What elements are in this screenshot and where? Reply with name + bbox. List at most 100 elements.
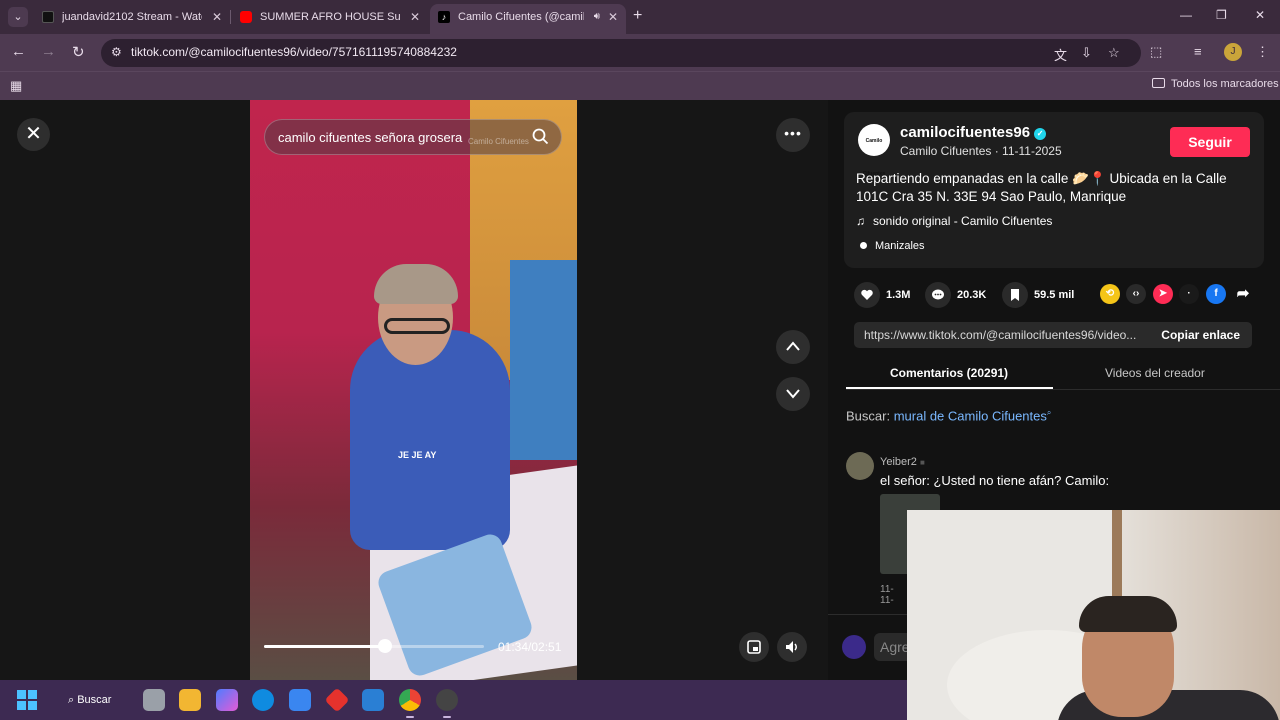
video-scene: [350, 330, 510, 550]
maximize-icon[interactable]: ❐: [1216, 8, 1227, 22]
profile-avatar[interactable]: J: [1224, 43, 1242, 61]
back-arrow-icon[interactable]: ←: [11, 43, 26, 60]
verified-badge-icon: ✓: [1034, 128, 1047, 140]
whatsapp-icon[interactable]: ·: [1179, 284, 1199, 304]
embed-code-icon[interactable]: ‹›: [1126, 284, 1146, 304]
reload-icon[interactable]: ↻: [72, 43, 85, 61]
share-arrow-icon[interactable]: ➦: [1233, 284, 1253, 304]
tab-twitch[interactable]: juandavid2102 Stream - Watch ✕: [34, 4, 230, 34]
video-scene: [384, 318, 450, 334]
video-info-card: Camilo Cifuentes camilocifuentes96 ✓ Cami…: [844, 112, 1264, 268]
address-bar[interactable]: ⚙ tiktok.com/@camilocifuentes96/video/75…: [101, 39, 1141, 67]
tab-comments[interactable]: Comentarios (20291): [890, 366, 1008, 380]
video-search-ghost: Camilo Cifuentes: [468, 137, 529, 146]
windows-start-icon[interactable]: [17, 690, 37, 710]
tab-label: SUMMER AFRO HOUSE Sunset: [260, 11, 400, 23]
creator-username[interactable]: camilocifuentes96 ✓: [900, 124, 1047, 141]
extensions-icon[interactable]: ⬚: [1150, 44, 1162, 60]
badge-icon: ■: [919, 458, 925, 467]
microsoft-store-icon[interactable]: [289, 689, 311, 711]
twitch-favicon-icon: [42, 11, 54, 23]
commenter-name-text: Yeiber2: [880, 456, 917, 468]
speaker-icon[interactable]: 🔊︎: [594, 4, 600, 30]
forward-arrow-icon[interactable]: →: [41, 43, 56, 60]
kebab-menu-icon[interactable]: ⋮: [1256, 44, 1269, 60]
bookmarks-folder-label: Todos los marcadores: [1171, 78, 1279, 90]
apps-grid-icon[interactable]: ▦: [10, 78, 22, 94]
mail-icon[interactable]: [362, 689, 384, 711]
translate-icon[interactable]: 文: [1054, 45, 1067, 64]
share-link-url[interactable]: https://www.tiktok.com/@camilocifuentes9…: [864, 328, 1149, 342]
video-description: Repartiendo empanadas en la calle 🥟📍 Ubi…: [856, 171, 1227, 204]
bookmarks-bar: ▦ Todos los marcadores: [0, 71, 1280, 100]
copy-link-button[interactable]: Copiar enlace: [1161, 328, 1240, 342]
pip-icon: [747, 640, 761, 654]
tab-strip: ⌄ juandavid2102 Stream - Watch ✕ SUMMER …: [0, 0, 1280, 34]
progress-bar[interactable]: [264, 639, 484, 653]
search-suggestion[interactable]: Buscar: mural de Camilo Cifuentes⌕: [846, 408, 1051, 423]
comment-date: 11-11-: [880, 584, 894, 606]
close-tab-icon[interactable]: ✕: [212, 4, 222, 30]
bookmark-star-icon[interactable]: ☆: [1108, 45, 1120, 61]
taskbar-search[interactable]: ⌕ Buscar: [60, 688, 126, 712]
taskbar-search-label: Buscar: [77, 694, 112, 706]
location-text: Manizales: [875, 240, 925, 252]
picture-in-picture-button[interactable]: [739, 632, 769, 662]
tab-label: Camilo Cifuentes (@camilo: [458, 11, 584, 23]
search-suggestion-link[interactable]: mural de Camilo Cifuentes: [894, 408, 1047, 423]
webcam-scene: [1079, 596, 1177, 632]
red-app-icon[interactable]: [324, 687, 350, 713]
edge-icon[interactable]: [252, 689, 274, 711]
comment-count: 20.3K: [957, 289, 987, 301]
chrome-icon[interactable]: [399, 689, 421, 718]
video-search-text[interactable]: camilo cifuentes señora grosera: [278, 130, 462, 145]
search-icon[interactable]: [532, 128, 549, 150]
video-scene: [374, 264, 458, 304]
minimize-icon[interactable]: —: [1180, 8, 1192, 22]
volume-button[interactable]: [777, 632, 807, 662]
commenter-name[interactable]: Yeiber2 ■: [880, 456, 925, 468]
file-explorer-icon[interactable]: [179, 689, 201, 711]
tab-search-button[interactable]: ⌄: [8, 7, 28, 27]
video-time: 01:34/02:51: [498, 640, 562, 654]
send-to-friends-icon[interactable]: ➤: [1153, 284, 1173, 304]
previous-video-button[interactable]: [776, 330, 810, 364]
progress-knob[interactable]: [378, 639, 392, 653]
next-video-button[interactable]: [776, 377, 810, 411]
video-search-bar[interactable]: camilo cifuentes señora grosera Camilo C…: [264, 119, 562, 155]
comment-bubble-icon: [925, 282, 951, 308]
progress-fill: [264, 645, 385, 648]
creator-avatar[interactable]: Camilo Cifuentes: [858, 124, 890, 177]
facebook-icon[interactable]: f: [1206, 284, 1226, 304]
all-bookmarks-folder[interactable]: Todos los marcadores: [1152, 78, 1279, 90]
like-count: 1.3M: [886, 289, 911, 301]
follow-button[interactable]: Seguir: [1170, 127, 1250, 157]
more-options-button[interactable]: •••: [776, 118, 810, 152]
repost-icon[interactable]: ⟲: [1100, 284, 1120, 304]
task-view-icon[interactable]: [143, 689, 165, 711]
commenter-avatar[interactable]: [846, 452, 874, 480]
close-tab-icon[interactable]: ✕: [608, 4, 618, 30]
location-tag[interactable]: Manizales: [860, 240, 925, 252]
copilot-icon[interactable]: [216, 689, 238, 711]
chevron-down-icon: [786, 389, 800, 399]
volume-icon: [786, 641, 797, 653]
install-app-icon[interactable]: ⇩: [1081, 45, 1092, 61]
close-video-button[interactable]: ✕: [17, 118, 50, 151]
tab-tiktok[interactable]: ♪ Camilo Cifuentes (@camilo 🔊︎ ✕: [430, 4, 626, 34]
sound-link[interactable]: ♫ sonido original - Camilo Cifuentes: [856, 214, 1052, 228]
tab-youtube[interactable]: SUMMER AFRO HOUSE Sunset ✕: [232, 4, 428, 34]
comment-text: el señor: ¿Usted no tiene afán? Camilo:: [880, 473, 1110, 488]
site-info-icon[interactable]: ⚙: [111, 45, 122, 59]
new-tab-button[interactable]: +: [633, 7, 642, 25]
music-note-icon: ♫: [856, 214, 865, 228]
folder-icon: [1152, 78, 1165, 88]
close-tab-icon[interactable]: ✕: [410, 4, 420, 30]
browser-toolbar: ← → ↻ ⚙ tiktok.com/@camilocifuentes96/vi…: [0, 34, 1280, 71]
obs-icon[interactable]: [436, 689, 458, 718]
url-text[interactable]: tiktok.com/@camilocifuentes96/video/7571…: [131, 45, 457, 59]
video-player[interactable]: JE JE AY camilo cifuentes señora grosera…: [250, 100, 577, 680]
media-control-icon[interactable]: ≡: [1194, 44, 1202, 59]
tab-creator-videos[interactable]: Videos del creador: [1105, 366, 1205, 380]
close-window-icon[interactable]: ✕: [1255, 8, 1265, 22]
